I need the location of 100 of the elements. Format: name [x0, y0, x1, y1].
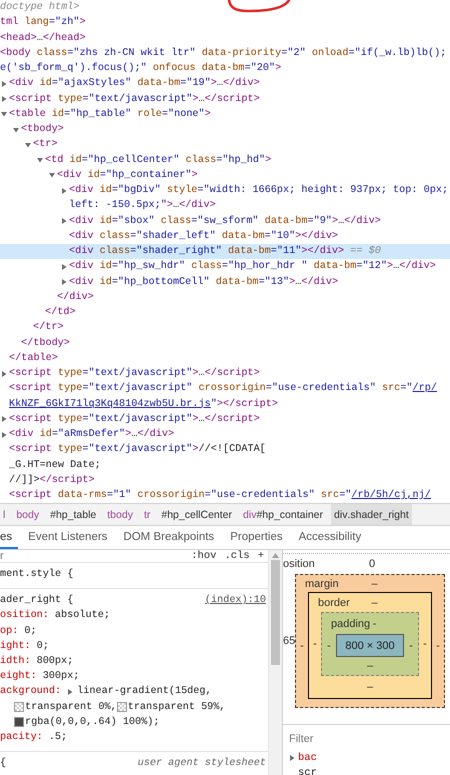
breadcrumb-item[interactable]: l: [0, 504, 8, 525]
rule-source-link[interactable]: (index):10: [204, 593, 268, 608]
breadcrumb-item[interactable]: #hp_table: [47, 504, 100, 525]
margin-left-value: -: [299, 638, 305, 654]
panel-tab[interactable]: DOM Breakpoints: [123, 526, 220, 549]
border-top-value: –: [371, 596, 378, 608]
dom-node-line[interactable]: <div id="aRmsDefer">…</div>: [0, 427, 450, 442]
property-value[interactable]: 300px;: [42, 669, 80, 684]
dom-node-line[interactable]: <div id="ajaxStyles" data-bm="19">…</div>: [0, 76, 450, 92]
disclosure-triangle-icon[interactable]: [1, 370, 7, 377]
disclosure-triangle-icon[interactable]: [1, 432, 7, 438]
dom-node-line[interactable]: <div id="hp_bottomCell" data-bm="13">…</div>: [0, 274, 450, 290]
breadcrumb-item[interactable]: tbody: [104, 504, 136, 525]
rule-selector: {: [0, 756, 6, 772]
class-toggle-button[interactable]: .cls: [220, 550, 254, 562]
dom-node-line[interactable]: <tbody>: [0, 122, 450, 138]
disclosure-triangle-icon[interactable]: [1, 111, 7, 118]
dom-node-line[interactable]: <body class="zhs zh-CN wkit ltr" data-priority="2" onload="if(_w.lb)lb(); e('sb_form_q').focus();" onfocus data-bm="20">: [0, 46, 450, 76]
dom-node-line[interactable]: <script type="text/javascript">…</script>: [0, 366, 450, 382]
margin-top-value: –: [371, 578, 378, 590]
disclosure-triangle-icon[interactable]: [67, 689, 74, 696]
property-name[interactable]: ackground:: [0, 684, 62, 700]
closing-tag-line[interactable]: </td>: [0, 305, 450, 320]
property-name[interactable]: op:: [0, 624, 18, 639]
hover-state-button[interactable]: :hov: [187, 550, 220, 562]
panel-tab[interactable]: Event Listeners: [28, 526, 114, 549]
color-swatch-icon[interactable]: [116, 702, 127, 712]
property-value[interactable]: 800px;: [36, 654, 74, 670]
color-swatch-icon[interactable]: [14, 702, 24, 712]
disclosure-triangle-icon[interactable]: [49, 172, 55, 178]
dom-node-line[interactable]: <script type="text/javascript" crossorigin="use-credentials" src="/rp/ KkNZF_6GkI71lq3Kq48104zwb5U.br.js"></script>: [0, 381, 450, 412]
panel-tab[interactable]: Properties: [230, 526, 289, 549]
disclosure-triangle-icon[interactable]: [1, 96, 7, 102]
computed-property-name[interactable]: bac: [298, 752, 317, 764]
disclosure-triangle-icon[interactable]: [25, 142, 31, 148]
content-size: 800 × 300: [336, 634, 404, 657]
dom-node-line[interactable]: <div id="sbox" class="sw_sform" data-bm="9">…</div>: [0, 214, 450, 229]
disclosure-triangle-icon[interactable]: [37, 157, 43, 164]
dom-node-line[interactable]: <script type="text/javascript">//<![CDATA[ _G.HT=new Date; //]]></script>: [0, 442, 450, 488]
dom-node-line[interactable]: <div id="hp_container">: [0, 168, 450, 183]
dom-node-line[interactable]: <div class="shader_left" data-bm="10"></div>: [0, 228, 450, 244]
dom-node-line[interactable]: <td id="hp_cellCenter" class="hp_hd">: [0, 152, 450, 168]
breadcrumb-item[interactable]: #hp_cellCenter: [158, 504, 236, 525]
dom-node-line[interactable]: <script type="text/javascript">…</script>: [0, 412, 450, 427]
property-value[interactable]: 0;: [36, 638, 49, 654]
rule-selector: ader_right {: [0, 594, 74, 608]
disclosure-triangle-icon[interactable]: [61, 188, 67, 194]
property-value[interactable]: .5;: [48, 730, 68, 746]
breadcrumb-item[interactable]: div#hp_container: [240, 504, 326, 525]
dom-node-line[interactable]: <table id="hp_table" role="none">: [0, 106, 450, 122]
disclosure-triangle-icon[interactable]: [61, 218, 67, 224]
property-name[interactable]: ight:: [0, 638, 31, 654]
scrollbar-thumb[interactable]: [271, 560, 280, 665]
closing-tag-line[interactable]: </tbody>: [0, 336, 450, 351]
disclosure-triangle-icon[interactable]: [1, 80, 7, 87]
closing-tag-line[interactable]: </table>: [0, 350, 450, 366]
rule-selector: ment.style {: [0, 568, 74, 582]
breadcrumb-item[interactable]: body: [13, 504, 42, 525]
padding-right-value: -: [408, 638, 414, 654]
dom-node-line[interactable]: <script data-rms="1" crossorigin="use-credentials" src="/rb/5h/cj,nj/: [0, 488, 450, 503]
property-name[interactable]: eight:: [0, 669, 37, 684]
breadcrumb-item[interactable]: div.shader_right: [331, 504, 412, 525]
property-name[interactable]: osition:: [0, 608, 49, 624]
breadcrumb-item[interactable]: tr: [140, 504, 154, 525]
disclosure-triangle-icon[interactable]: [61, 279, 67, 286]
property-value[interactable]: linear-gradient(15deg,: [77, 684, 212, 700]
position-top-value: 0: [369, 558, 376, 570]
dom-node-line[interactable]: <div id="bgDiv" style="width: 1666px; height: 937px; top: 0px; left: -150.5px;">…</div>: [0, 183, 450, 214]
border-right-value: -: [422, 637, 428, 652]
color-swatch-icon[interactable]: [14, 717, 24, 728]
property-value: rgba(0,0,0,.64) 100%);: [25, 716, 160, 730]
property-value: transparent 59%,: [128, 700, 226, 715]
closing-tag-line[interactable]: </div>: [0, 290, 450, 305]
dom-node-line[interactable]: <script type="text/javascript">…</script>: [0, 92, 450, 107]
disclosure-triangle-icon[interactable]: [289, 755, 295, 761]
margin-right-value: -: [435, 638, 441, 654]
disclosure-triangle-icon[interactable]: [61, 264, 67, 270]
disclosure-triangle-icon[interactable]: [1, 416, 7, 422]
property-value[interactable]: 0;: [24, 624, 37, 639]
dom-node-line[interactable]: <head>…</head>: [0, 30, 450, 46]
dom-node-line[interactable]: doctype html>: [0, 0, 450, 16]
padding-left-value: -: [326, 638, 332, 654]
padding-bottom-value: –: [366, 659, 374, 674]
property-name[interactable]: pacity:: [0, 730, 43, 746]
property-name[interactable]: idth:: [0, 654, 31, 670]
closing-tag-line[interactable]: </tr>: [0, 320, 450, 336]
border-left-value: -: [312, 637, 318, 652]
rule-origin: user agent stylesheet: [138, 756, 267, 772]
dom-node-line[interactable]: <tr>: [0, 137, 450, 152]
new-rule-button[interactable]: +: [254, 550, 268, 562]
scrollbar[interactable]: [268, 550, 282, 775]
hand-drawn-circle-mark: [226, 0, 292, 14]
padding-label: padding: [331, 618, 372, 630]
disclosure-triangle-icon[interactable]: [13, 126, 19, 133]
border-bottom-value: –: [366, 680, 374, 695]
panel-tab[interactable]: Accessibility: [298, 526, 368, 549]
property-value[interactable]: absolute;: [54, 608, 110, 624]
dom-node-line[interactable]: <div id="hp_sw_hdr" class="hp_hor_hdr " data-bm="12">…</div>: [0, 259, 450, 274]
dom-node-line[interactable]: tml lang="zh">: [0, 15, 450, 30]
padding-top-value: -: [372, 618, 376, 630]
